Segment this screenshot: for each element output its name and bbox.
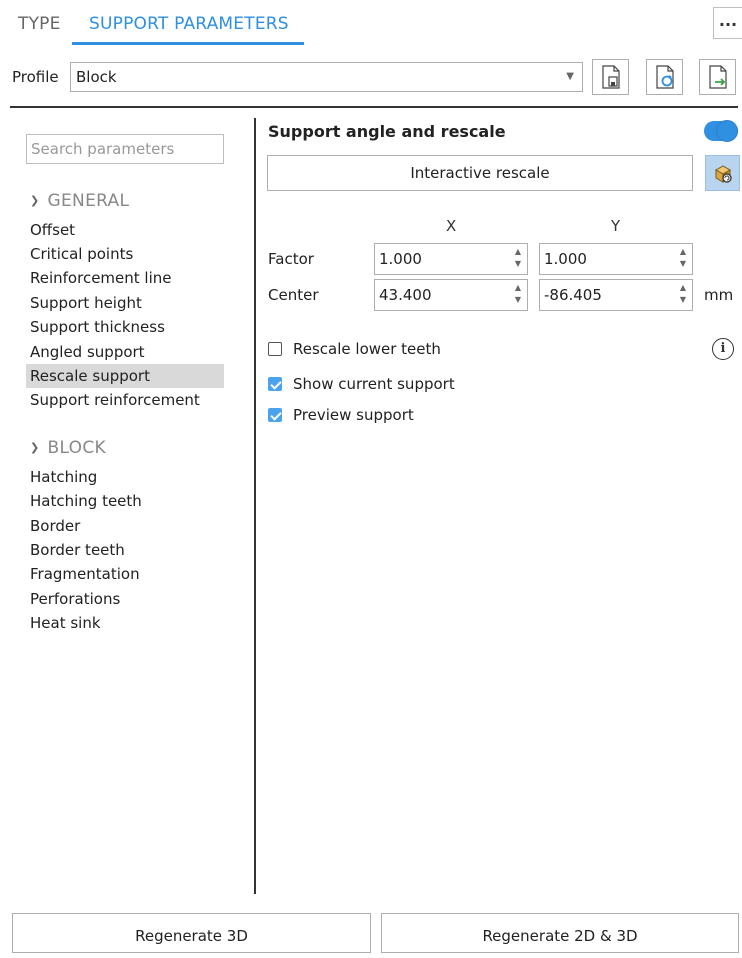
- spinner-arrows-icon[interactable]: ▲ ▼: [680, 282, 686, 306]
- group-title: BLOCK: [47, 438, 106, 458]
- chevron-down-icon: ❯: [30, 441, 40, 454]
- center-label: Center: [268, 286, 319, 304]
- reload-profile-button[interactable]: [646, 59, 683, 95]
- factor-y-spinbox[interactable]: 1.000 ▲ ▼: [539, 243, 693, 275]
- sidebar-item-support-thickness[interactable]: Support thickness: [26, 315, 224, 339]
- rescale-view-button[interactable]: [705, 155, 740, 191]
- sidebar-item-fragmentation[interactable]: Fragmentation: [26, 562, 224, 586]
- group-title: GENERAL: [47, 191, 130, 211]
- info-icon[interactable]: i: [712, 338, 734, 360]
- save-profile-icon: [602, 65, 620, 89]
- interactive-rescale-button[interactable]: Interactive rescale: [267, 155, 693, 191]
- factor-x-value: 1.000: [379, 250, 422, 268]
- chevron-down-icon: ▼: [566, 71, 574, 82]
- sidebar-item-offset[interactable]: Offset: [26, 218, 224, 242]
- sidebar-item-support-reinforcement[interactable]: Support reinforcement: [26, 388, 224, 412]
- sidebar-item-hatching[interactable]: Hatching: [26, 465, 224, 489]
- reload-profile-icon: [656, 65, 674, 89]
- profile-label: Profile: [12, 68, 59, 86]
- spinner-arrows-icon[interactable]: ▲ ▼: [515, 246, 521, 270]
- sidebar-item-support-height[interactable]: Support height: [26, 291, 224, 315]
- factor-x-spinbox[interactable]: 1.000 ▲ ▼: [374, 243, 528, 275]
- export-profile-icon: [709, 65, 727, 89]
- tab-type[interactable]: TYPE: [18, 14, 61, 34]
- checkbox-label: Preview support: [293, 406, 414, 424]
- sidebar-item-rescale-support[interactable]: Rescale support: [26, 364, 224, 388]
- preview-support-checkbox[interactable]: [268, 408, 282, 422]
- sidebar-item-hatching-teeth[interactable]: Hatching teeth: [26, 489, 224, 513]
- sidebar-item-critical-points[interactable]: Critical points: [26, 242, 224, 266]
- profile-select[interactable]: Block ▼: [70, 62, 583, 92]
- factor-label: Factor: [268, 250, 314, 268]
- group-header-block[interactable]: ❯ BLOCK: [30, 438, 106, 458]
- center-x-value: 43.400: [379, 286, 432, 304]
- more-options-button[interactable]: ...: [713, 7, 742, 39]
- sidebar-item-angled-support[interactable]: Angled support: [26, 340, 224, 364]
- checkbox-label: Rescale lower teeth: [293, 340, 441, 358]
- export-profile-button[interactable]: [699, 59, 736, 95]
- section-enable-toggle[interactable]: [704, 120, 738, 142]
- profile-value: Block: [76, 68, 117, 86]
- checkbox-label: Show current support: [293, 375, 455, 393]
- sidebar-item-border[interactable]: Border: [26, 514, 224, 538]
- group-header-general[interactable]: ❯ GENERAL: [30, 191, 129, 211]
- toggle-knob: [716, 120, 738, 142]
- tab-support-parameters[interactable]: SUPPORT PARAMETERS: [89, 14, 289, 34]
- search-input[interactable]: Search parameters: [26, 134, 224, 164]
- sidebar-item-border-teeth[interactable]: Border teeth: [26, 538, 224, 562]
- center-y-value: -86.405: [544, 286, 602, 304]
- save-profile-button[interactable]: [592, 59, 629, 95]
- regenerate-3d-button[interactable]: Regenerate 3D: [12, 913, 371, 953]
- show-current-support-checkbox[interactable]: [268, 377, 282, 391]
- sidebar-item-perforations[interactable]: Perforations: [26, 587, 224, 611]
- regenerate-2d-3d-button[interactable]: Regenerate 2D & 3D: [381, 913, 739, 953]
- center-x-spinbox[interactable]: 43.400 ▲ ▼: [374, 279, 528, 311]
- sidebar-item-heat-sink[interactable]: Heat sink: [26, 611, 224, 635]
- chevron-down-icon: ❯: [30, 194, 40, 207]
- column-header-y: Y: [611, 217, 621, 235]
- header-divider: [10, 106, 738, 108]
- sidebar-item-reinforcement-line[interactable]: Reinforcement line: [26, 266, 224, 290]
- panel-divider: [254, 118, 256, 894]
- unit-label: mm: [704, 286, 734, 304]
- column-header-x: X: [446, 217, 457, 235]
- center-y-spinbox[interactable]: -86.405 ▲ ▼: [539, 279, 693, 311]
- factor-y-value: 1.000: [544, 250, 587, 268]
- rescale-lower-teeth-checkbox[interactable]: [268, 342, 282, 356]
- active-tab-indicator: [72, 42, 304, 45]
- section-title: Support angle and rescale: [268, 122, 506, 141]
- spinner-arrows-icon[interactable]: ▲ ▼: [515, 282, 521, 306]
- spinner-arrows-icon[interactable]: ▲ ▼: [680, 246, 686, 270]
- cube-refresh-icon: [714, 165, 732, 183]
